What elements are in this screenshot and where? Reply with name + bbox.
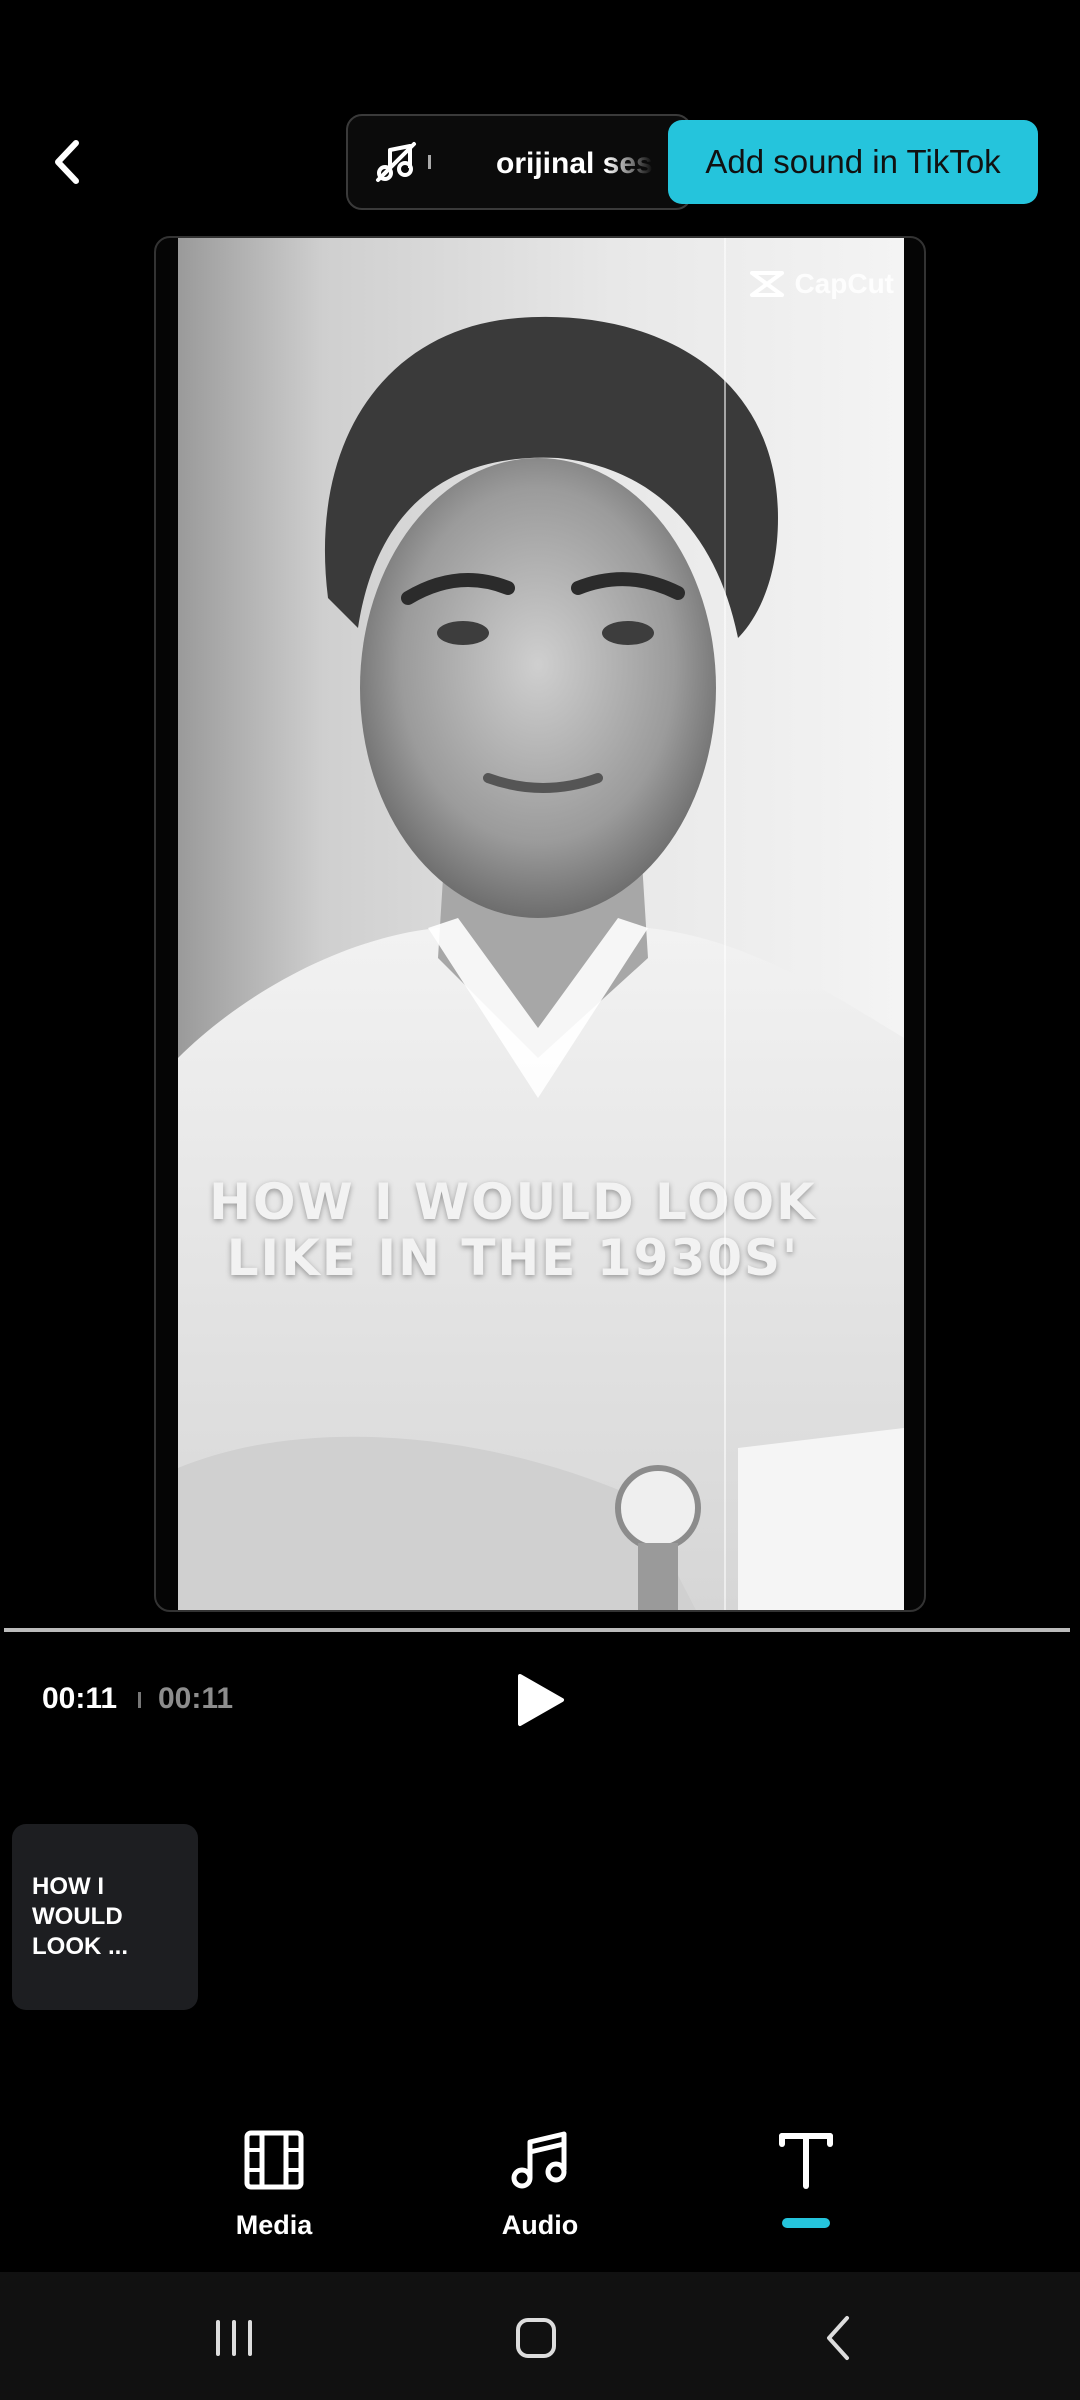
overlay-text-line-2: LIKE IN THE 1930S' bbox=[226, 1229, 800, 1287]
tab-media-label: Media bbox=[235, 2210, 313, 2240]
playhead-line bbox=[724, 238, 726, 1610]
play-button[interactable] bbox=[516, 1672, 566, 1728]
preview-photo: CapCut HOW I WOULD LOOK LIKE IN THE 1930… bbox=[178, 238, 904, 1610]
current-time: 00:11 bbox=[42, 1682, 118, 1715]
system-nav-bar bbox=[0, 2272, 1080, 2400]
overlay-text[interactable]: HOW I WOULD LOOK LIKE IN THE 1930S' bbox=[178, 1174, 904, 1286]
back-icon bbox=[827, 2316, 849, 2360]
overlay-text-line-1: HOW I WOULD LOOK bbox=[209, 1173, 817, 1231]
watermark-text: CapCut bbox=[794, 268, 894, 299]
capcut-logo-icon bbox=[750, 271, 785, 297]
system-back-button[interactable] bbox=[808, 2308, 868, 2368]
film-icon bbox=[242, 2128, 306, 2192]
chevron-left-icon bbox=[55, 140, 79, 184]
total-time: 00:11 bbox=[158, 1682, 234, 1715]
add-sound-button[interactable]: Add sound in TikTok bbox=[668, 120, 1038, 204]
progress-fill bbox=[4, 1628, 1070, 1632]
play-icon bbox=[518, 1674, 564, 1726]
tab-text[interactable] bbox=[736, 2128, 876, 2228]
sound-selector[interactable]: orijinal ses bbox=[346, 114, 692, 210]
home-button[interactable] bbox=[506, 2308, 566, 2368]
home-icon bbox=[516, 2318, 556, 2358]
time-separator bbox=[138, 1692, 141, 1708]
text-icon bbox=[774, 2128, 838, 2192]
tab-media[interactable]: Media bbox=[204, 2128, 344, 2241]
tab-audio[interactable]: Audio bbox=[470, 2128, 610, 2241]
recents-button[interactable] bbox=[204, 2308, 264, 2368]
text-clip[interactable]: HOW I WOULD LOOK ... bbox=[12, 1824, 198, 2010]
sound-name: orijinal ses bbox=[496, 147, 653, 180]
active-tab-indicator bbox=[782, 2218, 830, 2228]
video-preview[interactable]: CapCut HOW I WOULD LOOK LIKE IN THE 1930… bbox=[154, 236, 926, 1612]
music-note-off-icon bbox=[366, 132, 426, 192]
progress-bar[interactable] bbox=[4, 1628, 1070, 1632]
back-button[interactable] bbox=[40, 132, 94, 192]
watermark: CapCut bbox=[748, 268, 894, 300]
tab-audio-label: Audio bbox=[501, 2210, 579, 2240]
recents-icon bbox=[216, 2320, 252, 2356]
music-note-icon bbox=[508, 2128, 572, 2192]
divider bbox=[428, 155, 431, 169]
